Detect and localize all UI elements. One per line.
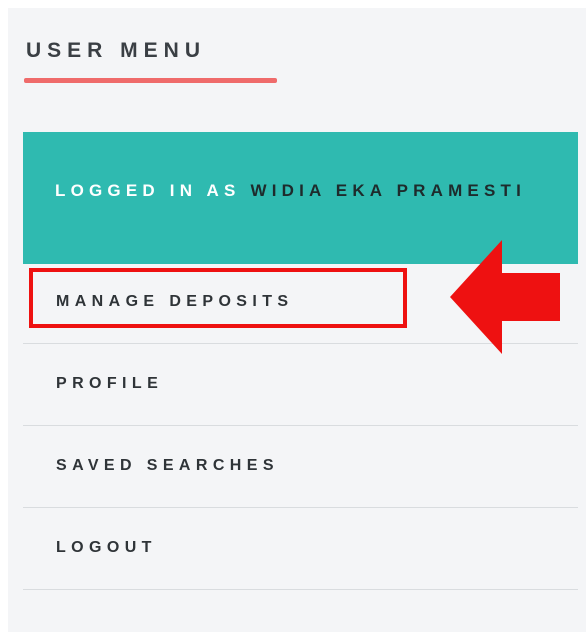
logged-in-user-name: WIDIA EKA PRAMESTI (250, 181, 527, 200)
logged-in-prefix: LOGGED IN AS (55, 181, 241, 200)
menu-item-profile[interactable]: PROFILE (23, 346, 578, 426)
logged-in-text: LOGGED IN AS WIDIA EKA PRAMESTI (55, 168, 555, 213)
menu-item-logout[interactable]: LOGOUT (23, 510, 578, 590)
menu-title: USER MENU (26, 39, 207, 62)
divider (23, 507, 578, 508)
divider (23, 425, 578, 426)
menu-item-label[interactable]: SAVED SEARCHES (56, 458, 279, 474)
menu-title-underline (24, 78, 277, 83)
menu-item-label[interactable]: LOGOUT (56, 540, 157, 556)
highlight-box (29, 268, 407, 328)
menu-item-saved-searches[interactable]: SAVED SEARCHES (23, 428, 578, 508)
divider (23, 589, 578, 590)
menu-item-label[interactable]: PROFILE (56, 376, 163, 392)
left-arrow-icon (450, 240, 560, 354)
